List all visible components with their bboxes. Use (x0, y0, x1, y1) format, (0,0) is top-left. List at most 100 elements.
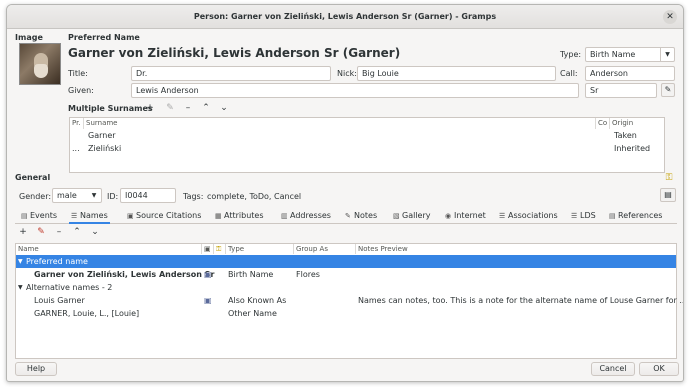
tab-label: Source Citations (136, 211, 202, 220)
group-label: Alternative names - 2 (26, 283, 113, 292)
title-label: Title: (68, 69, 88, 78)
move-up-icon[interactable]: ⌃ (200, 103, 212, 113)
tab-events[interactable]: ▤ Events (19, 208, 59, 224)
remove-icon[interactable]: – (182, 103, 194, 113)
tab-label: Names (80, 211, 108, 220)
col-header-notes-preview[interactable]: Notes Preview (356, 244, 676, 254)
name-type-combo[interactable]: Birth Name ▼ (585, 47, 675, 62)
type-label: Type: (560, 50, 582, 59)
privacy-icon[interactable]: ⚿ (663, 173, 675, 183)
tab-label: References (618, 211, 663, 220)
group-as-cell: Flores (296, 270, 320, 279)
add-name-icon[interactable]: + (17, 227, 29, 237)
table-row[interactable]: Louis Garner ▣ Also Known As Names can n… (16, 294, 683, 307)
col-header-origin[interactable]: Origin (610, 118, 666, 129)
tab-label: Gallery (402, 211, 431, 220)
tab-label: Associations (508, 211, 558, 220)
tab-associations[interactable]: ☰ Associations (497, 208, 560, 224)
photo-beard (34, 64, 48, 78)
citation-icon: ▣ (204, 296, 212, 305)
nick-label: Nick: (337, 69, 357, 78)
gender-label: Gender: (19, 192, 52, 201)
id-label: ID: (107, 192, 119, 201)
move-down-icon[interactable]: ⌄ (218, 103, 230, 113)
general-label: General (15, 173, 51, 182)
move-name-down-icon[interactable]: ⌄ (89, 227, 101, 237)
edit-name-list-icon[interactable]: ✎ (35, 227, 47, 237)
nick-field[interactable]: Big Louie (357, 66, 556, 81)
surname-origin: Taken (614, 131, 637, 140)
cancel-button[interactable]: Cancel (591, 362, 635, 376)
attributes-icon: ▦ (215, 212, 222, 220)
chevron-down-icon[interactable]: ▼ (87, 189, 101, 202)
tab-label: Notes (354, 211, 378, 220)
expander-down-icon[interactable]: ▼ (18, 281, 23, 294)
call-field[interactable]: Anderson (585, 66, 675, 81)
chevron-down-icon[interactable]: ▼ (660, 48, 674, 61)
col-header-name[interactable]: Name (16, 244, 202, 254)
tab-label: Internet (454, 211, 486, 220)
citations-icon: ▣ (127, 212, 134, 220)
person-editor-window: Person: Garner von Zieliński, Lewis Ande… (6, 4, 684, 382)
person-photo[interactable] (19, 43, 61, 85)
expander-down-icon[interactable]: ▼ (18, 255, 23, 268)
private-column-icon[interactable]: ⚿ (214, 244, 226, 254)
close-icon[interactable]: ✕ (663, 10, 677, 24)
help-button[interactable]: Help (15, 362, 57, 376)
ok-button[interactable]: OK (639, 362, 679, 376)
add-icon[interactable]: + (144, 103, 156, 113)
preferred-name-label: Preferred Name (68, 33, 140, 42)
call-label: Call: (560, 69, 578, 78)
suffix-field[interactable]: Sr (585, 83, 657, 98)
citation-column-icon[interactable]: ▣ (202, 244, 214, 254)
tab-attributes[interactable]: ▦ Attributes (213, 208, 266, 224)
group-row-alternative[interactable]: ▼ Alternative names - 2 (16, 281, 676, 294)
move-name-up-icon[interactable]: ⌃ (71, 227, 83, 237)
associations-icon: ☰ (499, 212, 506, 220)
surname-value: Zieliński (88, 144, 122, 153)
edit-icon[interactable]: ✎ (164, 103, 176, 113)
col-header-type[interactable]: Type (226, 244, 294, 254)
events-icon: ▤ (21, 212, 28, 220)
id-field[interactable]: I0044 (120, 188, 176, 203)
tab-label: Attributes (224, 211, 264, 220)
edit-name-icon[interactable]: ✎ (661, 83, 675, 97)
tags-value: complete, ToDo, Cancel (207, 192, 302, 201)
tab-lds[interactable]: ☰ LDS (569, 208, 598, 224)
group-label: Preferred name (26, 257, 88, 266)
table-row[interactable]: Garner von Zieliński, Lewis Anderson Sr … (16, 268, 676, 281)
gender-combo[interactable]: male ▼ (52, 188, 102, 203)
multiple-surnames-label: Multiple Surnames (68, 104, 153, 113)
group-row-preferred[interactable]: ▼ Preferred name (16, 255, 676, 268)
lds-icon: ☰ (571, 212, 578, 220)
tab-gallery[interactable]: ▧ Gallery (391, 208, 433, 224)
tab-references[interactable]: ▤ References (607, 208, 664, 224)
title-field[interactable]: Dr. (131, 66, 331, 81)
col-header-surname[interactable]: Surname (84, 118, 596, 129)
tab-label: Events (30, 211, 58, 220)
name-cell: GARNER, Louie, L., [Louie] (34, 309, 140, 318)
remove-name-icon[interactable]: – (53, 227, 65, 237)
col-header-prefix[interactable]: Pr. (70, 118, 84, 129)
table-row[interactable]: GARNER, Louie, L., [Louie] Other Name (16, 307, 676, 320)
tab-addresses[interactable]: ▥ Addresses (279, 208, 333, 224)
edit-tags-icon[interactable]: ▤ (660, 188, 676, 202)
references-icon: ▤ (609, 212, 616, 220)
tab-internet[interactable]: ◉ Internet (443, 208, 488, 224)
surname-value: Garner (88, 131, 116, 140)
tab-notes[interactable]: ✎ Notes (343, 208, 379, 224)
tab-source-citations[interactable]: ▣ Source Citations (125, 208, 203, 224)
notes-icon: ✎ (345, 212, 351, 220)
surname-row[interactable]: ... Zieliński Inherited (70, 144, 664, 156)
surname-origin: Inherited (614, 144, 651, 153)
surname-row[interactable]: Garner Taken (70, 131, 664, 143)
given-field[interactable]: Lewis Anderson (131, 83, 579, 98)
tags-label: Tags: (183, 192, 204, 201)
addresses-icon: ▥ (281, 212, 288, 220)
name-cell: Louis Garner (34, 296, 85, 305)
col-header-connector[interactable]: Co (596, 118, 610, 129)
col-header-group-as[interactable]: Group As (294, 244, 356, 254)
name-type-value: Birth Name (590, 50, 636, 59)
tab-names[interactable]: ☰ Names (69, 208, 110, 224)
internet-icon: ◉ (445, 212, 452, 220)
